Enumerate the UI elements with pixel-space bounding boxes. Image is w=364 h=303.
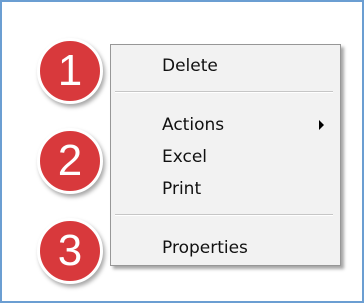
callout-badge-2: 2 bbox=[37, 128, 103, 194]
menu-separator bbox=[115, 91, 333, 93]
menu-item-excel[interactable]: Excel bbox=[111, 143, 340, 171]
context-menu: Delete Actions Excel Print Properties bbox=[110, 44, 341, 266]
menu-item-label: Actions bbox=[162, 115, 225, 135]
menu-separator bbox=[115, 214, 333, 216]
screenshot-frame: Delete Actions Excel Print Properties 1 … bbox=[0, 0, 364, 303]
callout-badge-1: 1 bbox=[37, 38, 103, 104]
menu-item-delete[interactable]: Delete bbox=[111, 52, 340, 80]
menu-item-label: Print bbox=[162, 179, 202, 199]
menu-item-properties[interactable]: Properties bbox=[111, 234, 340, 262]
submenu-arrow-icon bbox=[319, 120, 324, 130]
menu-item-print[interactable]: Print bbox=[111, 175, 340, 203]
menu-item-label: Excel bbox=[162, 147, 208, 167]
menu-item-label: Properties bbox=[162, 238, 248, 258]
menu-item-label: Delete bbox=[162, 56, 218, 76]
menu-item-actions[interactable]: Actions bbox=[111, 111, 340, 139]
callout-badge-3: 3 bbox=[37, 218, 103, 284]
